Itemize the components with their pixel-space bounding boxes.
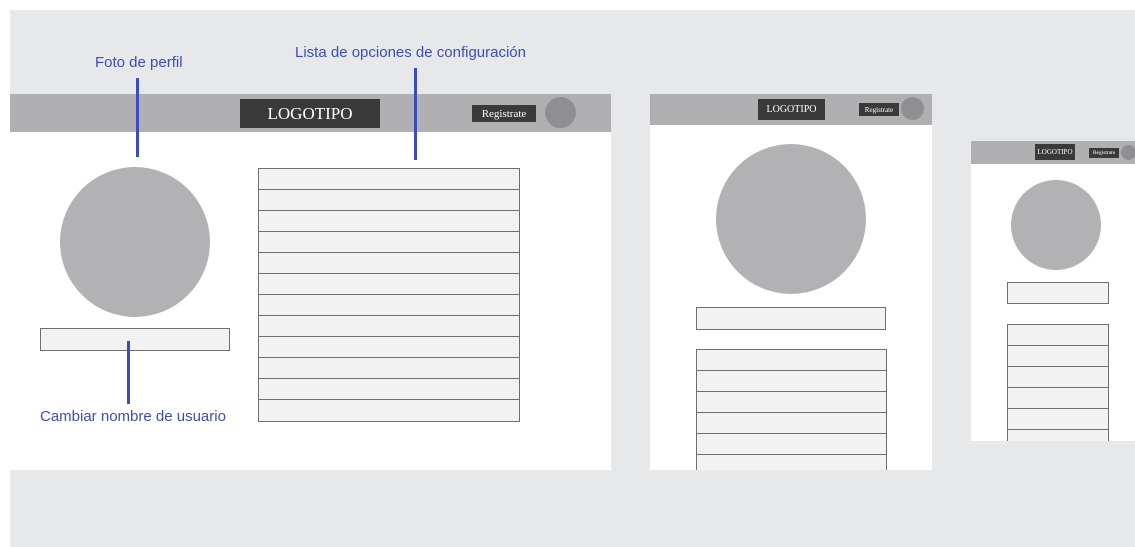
list-item[interactable] [697,455,886,470]
list-item[interactable] [697,371,886,392]
logo-box[interactable]: LOGOTIPO [240,99,380,128]
list-item[interactable] [259,358,519,379]
list-item[interactable] [697,392,886,413]
list-item[interactable] [1008,325,1108,346]
list-item[interactable] [259,232,519,253]
profile-photo-placeholder[interactable] [60,167,210,317]
annotation-line-change-username [127,341,130,404]
annotation-line-profile-photo [136,78,139,157]
profile-photo-placeholder[interactable] [1011,180,1101,270]
list-item[interactable] [1008,409,1108,430]
list-item[interactable] [1008,367,1108,388]
register-button[interactable]: Registrate [1089,148,1119,158]
user-avatar-icon[interactable] [901,97,924,120]
list-item[interactable] [697,350,886,371]
annotation-profile-photo: Foto de perfil [95,54,183,71]
list-item[interactable] [259,253,519,274]
list-item[interactable] [259,379,519,400]
list-item[interactable] [259,274,519,295]
annotation-settings-list: Lista de opciones de configuración [295,44,526,61]
header-bar: LOGOTIPO Registrate [971,141,1135,164]
profile-photo-placeholder[interactable] [716,144,866,294]
list-item[interactable] [1008,430,1108,441]
list-item[interactable] [259,190,519,211]
username-input[interactable] [40,328,230,351]
user-avatar-icon[interactable] [1121,145,1135,160]
register-button[interactable]: Registrate [859,103,899,116]
annotation-line-settings-list [414,68,417,160]
settings-options-list [258,168,520,422]
mobile-wireframe: LOGOTIPO Registrate [971,141,1135,441]
tablet-wireframe: LOGOTIPO Registrate [650,94,932,470]
list-item[interactable] [259,169,519,190]
list-item[interactable] [697,413,886,434]
annotation-change-username: Cambiar nombre de usuario [40,408,226,425]
settings-options-list [696,349,887,470]
list-item[interactable] [259,400,519,421]
username-input[interactable] [1007,282,1109,304]
header-bar: LOGOTIPO Registrate [10,94,611,132]
list-item[interactable] [259,337,519,358]
username-input[interactable] [696,307,886,330]
user-avatar-icon[interactable] [545,97,576,128]
list-item[interactable] [259,295,519,316]
list-item[interactable] [1008,388,1108,409]
logo-box[interactable]: LOGOTIPO [758,99,825,120]
register-button[interactable]: Registrate [472,105,536,122]
list-item[interactable] [697,434,886,455]
list-item[interactable] [259,316,519,337]
list-item[interactable] [259,211,519,232]
settings-options-list [1007,324,1109,441]
list-item[interactable] [1008,346,1108,367]
logo-box[interactable]: LOGOTIPO [1035,144,1075,160]
diagram-canvas: LOGOTIPO Registrate LOGOTIPO Registrate [10,10,1135,547]
header-bar: LOGOTIPO Registrate [650,94,932,125]
